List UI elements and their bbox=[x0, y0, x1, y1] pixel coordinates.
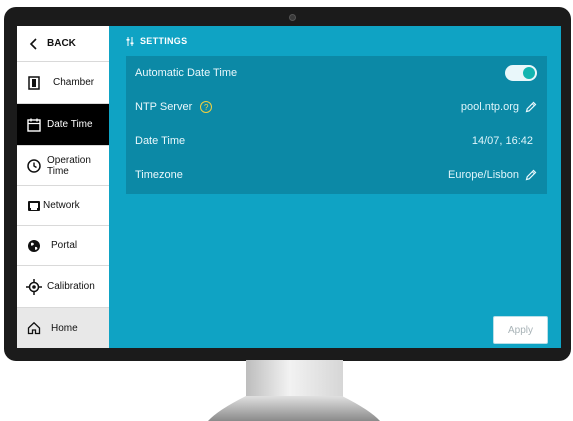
globe-icon bbox=[23, 239, 45, 253]
sidebar-item-label: Operation Time bbox=[47, 154, 91, 177]
sidebar-item-label: Portal bbox=[51, 240, 78, 251]
clock-icon bbox=[23, 158, 45, 173]
setting-row-date-time: Date Time 14/07, 16:42 bbox=[126, 124, 547, 158]
timezone-value: Europe/Lisbon bbox=[448, 169, 519, 181]
back-label: BACK bbox=[47, 38, 76, 49]
sidebar-item-chamber[interactable]: Chamber bbox=[17, 62, 109, 104]
sidebar-item-label: Chamber bbox=[53, 77, 95, 88]
sidebar-item-calibration[interactable]: Calibration bbox=[17, 266, 109, 308]
edit-icon[interactable] bbox=[525, 169, 537, 181]
ntp-server-value: pool.ntp.org bbox=[460, 101, 519, 113]
apply-button[interactable]: Apply bbox=[493, 316, 548, 344]
sidebar-item-portal[interactable]: Portal bbox=[17, 226, 109, 266]
setting-label: NTP Server bbox=[135, 101, 193, 113]
home-icon bbox=[23, 321, 45, 335]
sliders-icon bbox=[126, 36, 134, 46]
monitor-base bbox=[208, 396, 380, 421]
sidebar-item-label: Calibration bbox=[47, 281, 95, 292]
sidebar-item-network[interactable]: Network bbox=[17, 186, 109, 226]
setting-row-automatic-date-time: Automatic Date Time bbox=[126, 56, 547, 90]
date-time-value: 14/07, 16:42 bbox=[471, 135, 533, 147]
camera-icon bbox=[289, 14, 296, 21]
setting-row-timezone: Timezone Europe/Lisbon bbox=[126, 158, 547, 192]
calendar-icon bbox=[23, 118, 45, 132]
settings-panel: Automatic Date Time NTP Server ? pool.nt… bbox=[126, 56, 547, 194]
page-header: SETTINGS bbox=[126, 36, 187, 46]
chevron-left-icon bbox=[23, 37, 45, 50]
help-icon[interactable]: ? bbox=[200, 101, 213, 113]
screen: BACK Chamber Date Time Operation Time Ne bbox=[17, 26, 561, 348]
page-title: SETTINGS bbox=[140, 36, 188, 46]
setting-row-ntp-server: NTP Server ? pool.ntp.org bbox=[126, 90, 547, 124]
setting-label: Date Time bbox=[135, 135, 186, 147]
auto-date-time-toggle[interactable] bbox=[505, 65, 537, 81]
chamber-icon bbox=[23, 75, 45, 90]
back-button[interactable]: BACK bbox=[17, 26, 109, 62]
sidebar-item-label: Home bbox=[51, 322, 78, 334]
setting-label: Timezone bbox=[135, 169, 183, 181]
toggle-knob bbox=[523, 67, 535, 79]
sidebar-item-date-time[interactable]: Date Time bbox=[17, 104, 109, 146]
sidebar: BACK Chamber Date Time Operation Time Ne bbox=[17, 26, 109, 348]
crosshair-icon bbox=[23, 278, 45, 295]
sidebar-item-operation-time[interactable]: Operation Time bbox=[17, 146, 109, 186]
network-icon bbox=[23, 200, 45, 212]
sidebar-item-home[interactable]: Home bbox=[17, 308, 109, 348]
sidebar-item-label: Date Time bbox=[47, 119, 93, 130]
setting-label: Automatic Date Time bbox=[135, 67, 238, 79]
edit-icon[interactable] bbox=[525, 101, 537, 113]
sidebar-item-label: Network bbox=[43, 200, 80, 211]
